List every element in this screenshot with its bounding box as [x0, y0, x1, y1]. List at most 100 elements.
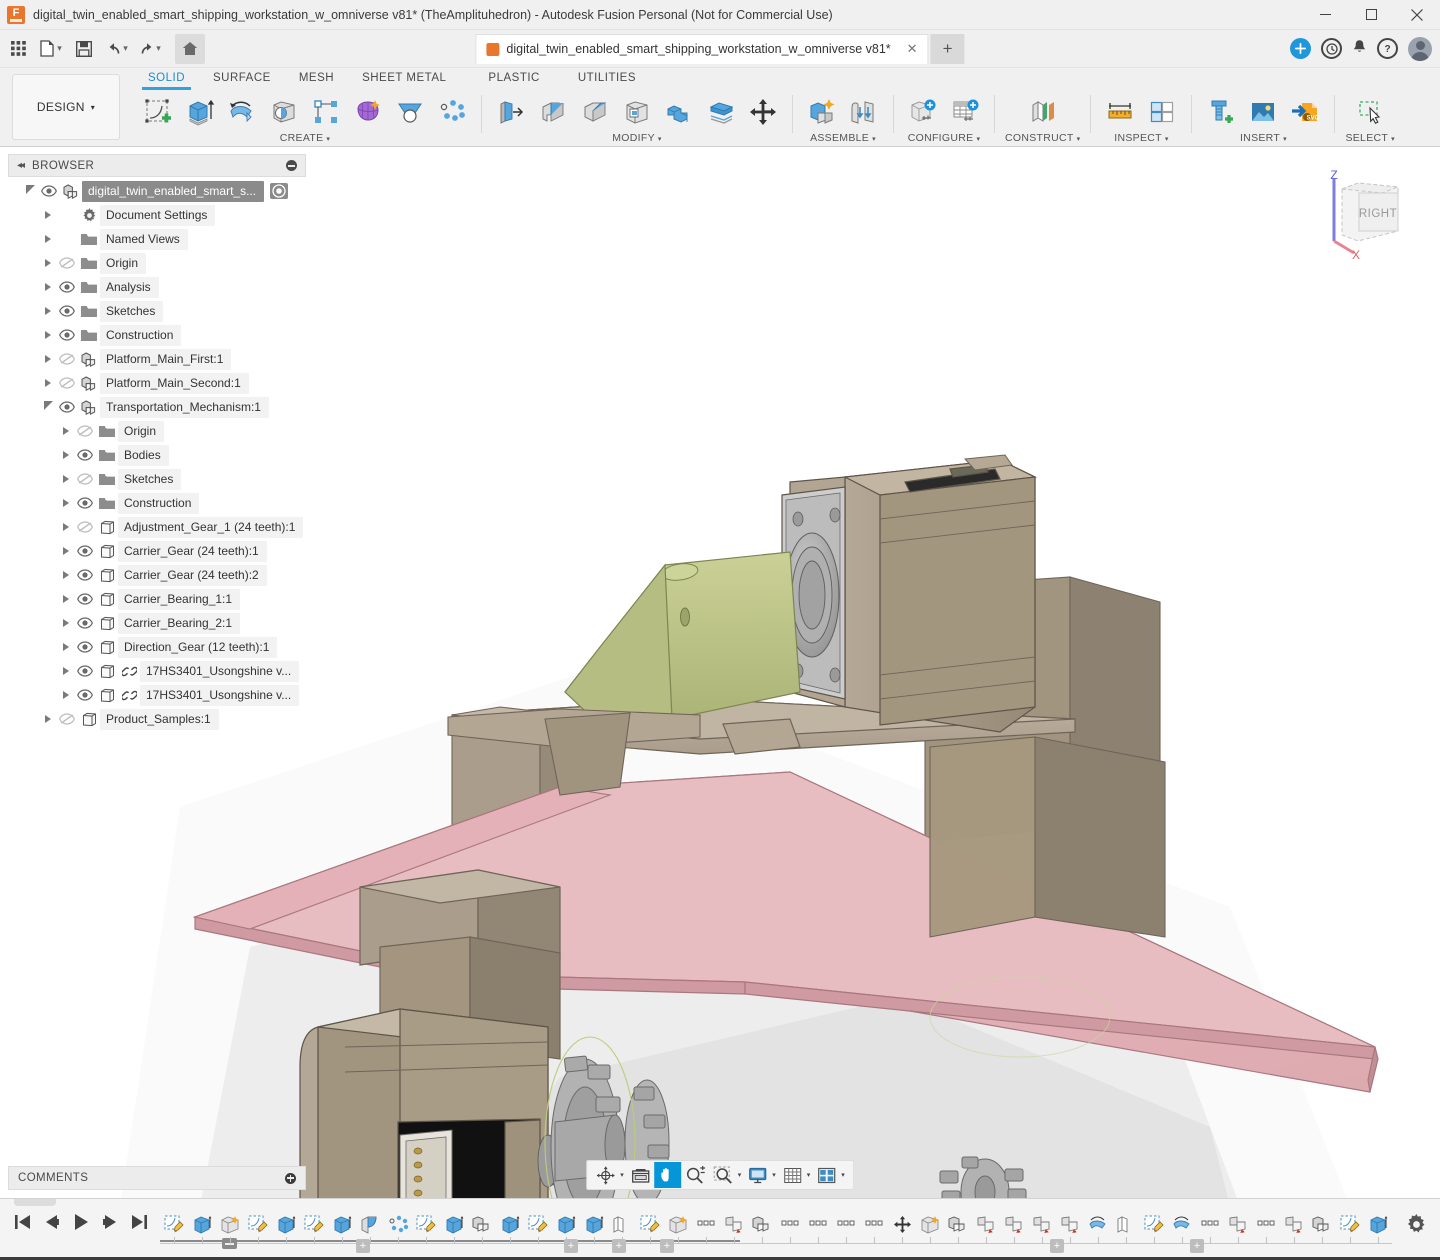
timeline-feature-new-component[interactable] — [944, 1210, 972, 1240]
rib-icon[interactable] — [307, 93, 345, 131]
tree-expander-closed[interactable] — [58, 635, 74, 659]
timeline-feature-sketch[interactable] — [160, 1210, 188, 1240]
timeline-feature-new-component[interactable] — [748, 1210, 776, 1240]
timeline-feature-joint[interactable] — [720, 1210, 748, 1240]
shell-icon[interactable] — [618, 93, 656, 131]
document-tab[interactable]: digital_twin_enabled_smart_shipping_work… — [475, 34, 928, 64]
tree-row[interactable]: Carrier_Bearing_1:1 — [8, 587, 306, 611]
timeline-feature-joint[interactable] — [1056, 1210, 1084, 1240]
timeline-feature-sketch[interactable] — [300, 1210, 328, 1240]
tree-item-label[interactable]: 17HS3401_Usongshine v... — [140, 661, 299, 682]
close-button[interactable] — [1394, 0, 1440, 30]
tree-item-label[interactable]: Adjustment_Gear_1 (24 teeth):1 — [118, 517, 303, 538]
tree-item-label[interactable]: Bodies — [118, 445, 169, 466]
tree-row[interactable]: Platform_Main_First:1 — [8, 347, 306, 371]
grid-snap-icon[interactable] — [779, 1162, 806, 1188]
timeline-feature-joint[interactable] — [1280, 1210, 1308, 1240]
minus-circle-icon[interactable] — [286, 160, 297, 171]
tree-row[interactable]: Carrier_Gear (24 teeth):2 — [8, 563, 306, 587]
timeline-feature-fillet[interactable] — [356, 1210, 384, 1240]
create-sketch-icon[interactable] — [139, 93, 177, 131]
visibility-toggle-icon[interactable] — [74, 587, 96, 611]
timeline-feature-as-built-joint[interactable] — [692, 1210, 720, 1240]
tree-item-label[interactable]: Construction — [100, 325, 181, 346]
step-forward-button[interactable] — [101, 1214, 119, 1233]
new-document-icon[interactable]: ▾ — [36, 34, 66, 64]
sweep-icon[interactable] — [265, 93, 303, 131]
tree-item-label[interactable]: Origin — [118, 421, 164, 442]
visibility-toggle-icon[interactable] — [56, 371, 78, 395]
visibility-toggle-icon[interactable] — [74, 563, 96, 587]
timeline-feature-extrude[interactable] — [1364, 1210, 1392, 1240]
visibility-toggle-icon[interactable] — [74, 443, 96, 467]
loft-icon[interactable] — [391, 93, 429, 131]
tree-row[interactable]: Construction — [8, 491, 306, 515]
play-button[interactable] — [72, 1213, 90, 1234]
offset-face-icon[interactable] — [702, 93, 740, 131]
grid-caret[interactable]: ▾ — [807, 1171, 811, 1179]
orbit-caret[interactable]: ▾ — [620, 1171, 624, 1179]
tree-expander-closed[interactable] — [40, 251, 56, 275]
fit-icon[interactable] — [709, 1162, 737, 1188]
visibility-toggle-icon[interactable] — [74, 611, 96, 635]
timeline-feature-extrude[interactable] — [496, 1210, 524, 1240]
timeline-feature-move-copy[interactable] — [888, 1210, 916, 1240]
revolve-icon[interactable] — [223, 93, 261, 131]
timeline-feature-as-built-joint[interactable] — [776, 1210, 804, 1240]
timeline-feature-shell[interactable] — [216, 1210, 244, 1240]
selection-tool-icon[interactable] — [1351, 93, 1389, 131]
redo-icon[interactable]: ▾ — [135, 34, 165, 64]
tree-expander-closed[interactable] — [58, 443, 74, 467]
tree-item-label[interactable]: 17HS3401_Usongshine v... — [140, 685, 299, 706]
timeline-feature-new-component[interactable] — [1308, 1210, 1336, 1240]
tree-row[interactable]: 17HS3401_Usongshine v... — [8, 659, 306, 683]
tab-surface[interactable]: SURFACE — [199, 68, 285, 87]
configuration-table-icon[interactable] — [946, 93, 984, 131]
tree-row[interactable]: Product_Samples:1 — [8, 707, 306, 731]
tree-expander-closed[interactable] — [58, 659, 74, 683]
viewport[interactable]: ◂◂ BROWSER digital_twin_enabled_smart_s.… — [0, 147, 1440, 1198]
pan-icon[interactable] — [654, 1162, 681, 1188]
tab-solid[interactable]: SOLID — [134, 68, 199, 87]
tree-item-label[interactable]: digital_twin_enabled_smart_s... — [82, 181, 264, 202]
timeline-feature-sketch[interactable] — [1140, 1210, 1168, 1240]
move-copy-icon[interactable] — [744, 93, 782, 131]
measure-icon[interactable] — [1101, 93, 1139, 131]
save-icon[interactable] — [69, 34, 99, 64]
timeline-group[interactable]: + — [660, 1239, 674, 1253]
display-caret[interactable]: ▾ — [772, 1171, 776, 1179]
extensions-icon[interactable] — [1290, 38, 1311, 59]
timeline-feature-shell[interactable] — [916, 1210, 944, 1240]
visibility-toggle-icon[interactable] — [74, 515, 96, 539]
timeline-feature-joint[interactable] — [1224, 1210, 1252, 1240]
display-settings-icon[interactable] — [744, 1162, 771, 1188]
timeline-group[interactable]: + — [612, 1239, 626, 1253]
timeline-drag-handle[interactable] — [14, 1199, 56, 1206]
form-icon[interactable] — [349, 93, 387, 131]
tree-expander-closed[interactable] — [40, 203, 56, 227]
viewports-icon[interactable] — [813, 1162, 840, 1188]
timeline-feature-revolve[interactable] — [1084, 1210, 1112, 1240]
timeline-feature-sketch[interactable] — [524, 1210, 552, 1240]
visibility-toggle-icon[interactable] — [74, 635, 96, 659]
insert-image-icon[interactable] — [1244, 93, 1282, 131]
timeline-feature-extrude[interactable] — [552, 1210, 580, 1240]
tree-item-label[interactable]: Transportation_Mechanism:1 — [100, 397, 269, 418]
browser-tree[interactable]: digital_twin_enabled_smart_s...Document … — [8, 179, 306, 731]
tree-item-label[interactable]: Carrier_Gear (24 teeth):2 — [118, 565, 267, 586]
tree-expander-closed[interactable] — [58, 419, 74, 443]
timeline-feature-extrude[interactable] — [440, 1210, 468, 1240]
tree-row[interactable]: Origin — [8, 419, 306, 443]
tree-item-label[interactable]: Platform_Main_First:1 — [100, 349, 231, 370]
tree-row[interactable]: Carrier_Bearing_2:1 — [8, 611, 306, 635]
zoom-icon[interactable] — [681, 1162, 709, 1188]
timeline-feature-as-built-joint[interactable] — [804, 1210, 832, 1240]
tree-row[interactable]: Sketches — [8, 299, 306, 323]
tree-item-label[interactable]: Analysis — [100, 277, 159, 298]
timeline-feature-as-built-joint[interactable] — [832, 1210, 860, 1240]
app-grid-icon[interactable] — [3, 34, 33, 64]
tree-row[interactable]: Sketches — [8, 467, 306, 491]
tree-expander-closed[interactable] — [58, 515, 74, 539]
tree-expander-closed[interactable] — [58, 491, 74, 515]
tree-item-label[interactable]: Construction — [118, 493, 199, 514]
